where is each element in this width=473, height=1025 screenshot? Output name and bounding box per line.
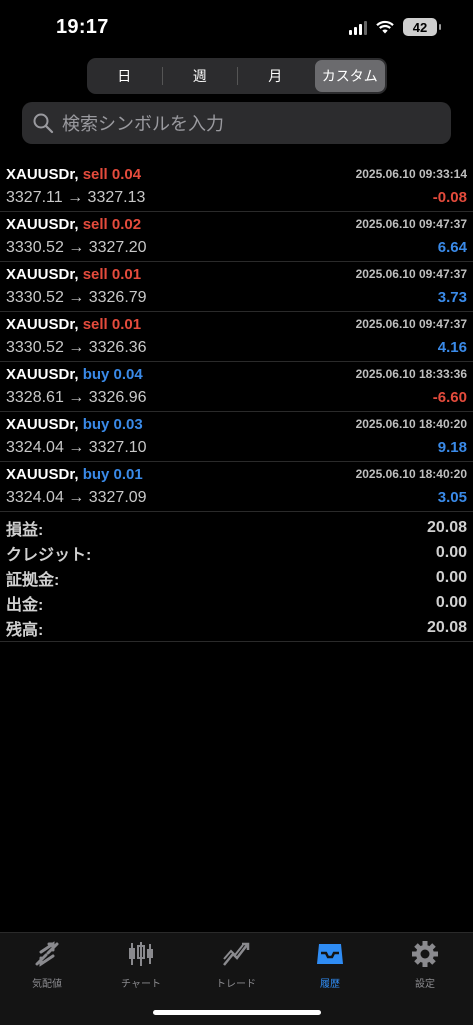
- trade-prices: 3327.11 → 3327.13: [6, 189, 146, 206]
- quotes-icon: [32, 939, 62, 969]
- tab-settings[interactable]: 設定: [378, 939, 472, 995]
- trade-prices: 3324.04 → 3327.10: [6, 439, 147, 456]
- trade-symbol: XAUUSDr, buy 0.04: [6, 366, 143, 383]
- trade-row[interactable]: XAUUSDr, buy 0.01 2025.06.10 18:40:20 33…: [0, 462, 473, 512]
- divider: [0, 641, 473, 642]
- trade-row[interactable]: XAUUSDr, sell 0.04 2025.06.10 09:33:14 3…: [0, 162, 473, 212]
- trade-profit: 9.18: [437, 439, 467, 456]
- segment-month[interactable]: 月: [240, 60, 311, 92]
- trade-datetime: 2025.06.10 09:47:37: [355, 217, 467, 231]
- trade-prices: 3330.52 → 3327.20: [6, 239, 147, 256]
- gear-icon: [410, 939, 440, 969]
- trade-row[interactable]: XAUUSDr, sell 0.01 2025.06.10 09:47:37 3…: [0, 312, 473, 362]
- status-icons: 42: [349, 18, 441, 36]
- trade-prices: 3328.61 → 3326.96: [6, 389, 147, 406]
- trade-datetime: 2025.06.10 18:40:20: [355, 417, 467, 431]
- trade-history-list: XAUUSDr, sell 0.04 2025.06.10 09:33:14 3…: [0, 162, 473, 512]
- home-indicator[interactable]: [153, 1010, 321, 1015]
- tab-trade[interactable]: トレード: [189, 939, 283, 995]
- trade-datetime: 2025.06.10 09:47:37: [355, 317, 467, 331]
- trade-symbol: XAUUSDr, sell 0.02: [6, 216, 142, 233]
- trade-row[interactable]: XAUUSDr, sell 0.01 2025.06.10 09:47:37 3…: [0, 262, 473, 312]
- trade-row[interactable]: XAUUSDr, buy 0.04 2025.06.10 18:33:36 33…: [0, 362, 473, 412]
- trade-profit: -0.08: [432, 189, 467, 206]
- summary-balance: 残高: 20.08: [6, 618, 467, 639]
- trade-symbol: XAUUSDr, sell 0.01: [6, 316, 142, 333]
- trade-datetime: 2025.06.10 09:33:14: [355, 167, 467, 181]
- trade-datetime: 2025.06.10 18:33:36: [355, 367, 467, 381]
- summary-profit: 損益: 20.08: [6, 519, 467, 540]
- trade-prices: 3324.04 → 3327.09: [6, 489, 147, 506]
- search-icon: [33, 113, 54, 134]
- trade-datetime: 2025.06.10 09:47:37: [355, 267, 467, 281]
- trade-prices: 3330.52 → 3326.36: [6, 339, 147, 356]
- summary-deposit: 証拠金: 0.00: [6, 568, 467, 589]
- trade-icon: [221, 939, 251, 969]
- history-icon: [315, 939, 345, 969]
- summary-credit: クレジット: 0.00: [6, 544, 467, 565]
- segment-divider: [237, 67, 238, 85]
- tab-chart[interactable]: チャート: [94, 939, 188, 995]
- status-bar: 19:17 42: [0, 0, 473, 56]
- trade-symbol: XAUUSDr, sell 0.04: [6, 166, 142, 183]
- account-summary: 損益: 20.08 クレジット: 0.00 証拠金: 0.00 出金: 0.00 残高:…: [0, 516, 473, 640]
- wifi-icon: [376, 20, 394, 34]
- period-segmented-control[interactable]: 日 週 月 カスタム: [87, 58, 387, 94]
- summary-withdrawal: 出金: 0.00: [6, 593, 467, 614]
- tab-history[interactable]: 履歴: [283, 939, 377, 995]
- trade-prices: 3330.52 → 3326.79: [6, 289, 147, 306]
- segment-divider: [161, 67, 163, 85]
- search-placeholder: 検索シンボルを入力: [62, 114, 224, 134]
- trade-profit: 6.64: [437, 239, 467, 256]
- trade-symbol: XAUUSDr, sell 0.01: [6, 266, 142, 283]
- trade-profit: 4.16: [437, 339, 467, 356]
- trade-profit: 3.05: [437, 489, 467, 506]
- tab-quotes[interactable]: 気配値: [0, 939, 94, 995]
- trade-datetime: 2025.06.10 18:40:20: [355, 467, 467, 481]
- segment-custom[interactable]: カスタム: [314, 60, 385, 92]
- battery-icon: 42: [403, 18, 441, 36]
- trade-profit: -6.60: [432, 389, 467, 406]
- trade-symbol: XAUUSDr, buy 0.01: [6, 466, 143, 483]
- battery-level: 42: [412, 19, 428, 35]
- cellular-signal-icon: [349, 19, 367, 35]
- chart-icon: [126, 939, 156, 969]
- trade-symbol: XAUUSDr, buy 0.03: [6, 416, 143, 433]
- segment-week[interactable]: 週: [165, 60, 236, 92]
- trade-row[interactable]: XAUUSDr, sell 0.02 2025.06.10 09:47:37 3…: [0, 212, 473, 262]
- segment-day[interactable]: 日: [89, 60, 160, 92]
- status-time: 19:17: [56, 16, 109, 38]
- trade-profit: 3.73: [437, 289, 467, 306]
- trade-row[interactable]: XAUUSDr, buy 0.03 2025.06.10 18:40:20 33…: [0, 412, 473, 462]
- search-input[interactable]: 検索シンボルを入力: [22, 102, 451, 144]
